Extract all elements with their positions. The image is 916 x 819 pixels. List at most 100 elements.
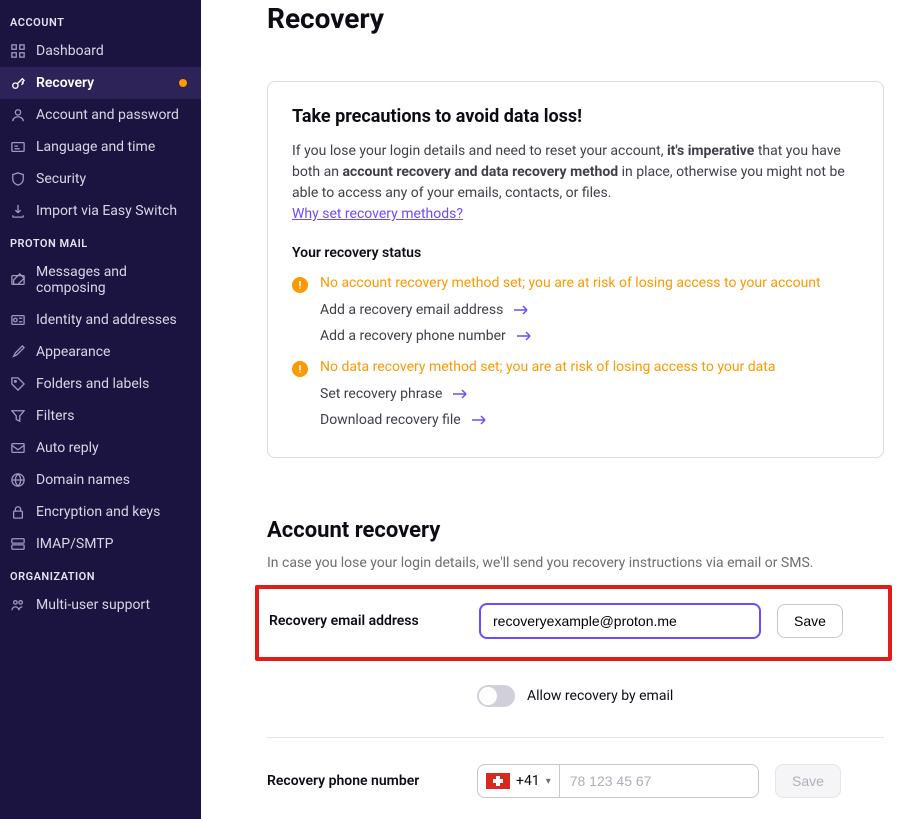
action-link-label: Download recovery file [320, 412, 461, 428]
sidebar-item-label: Appearance [36, 344, 110, 360]
main-content: Recovery Take precautions to avoid data … [201, 0, 916, 819]
country-code-select[interactable]: +41 ▾ [478, 765, 560, 797]
highlighted-email-row: Recovery email address Save [255, 585, 892, 661]
sidebar-section-mail: PROTON MAIL [0, 227, 201, 256]
status-warning-data: ! No data recovery method set; you are a… [292, 355, 859, 381]
sidebar-item-label: Account and password [36, 107, 179, 123]
sidebar-item-label: Import via Easy Switch [36, 203, 177, 219]
action-link-label: Set recovery phrase [320, 386, 442, 402]
recovery-status-heading: Your recovery status [292, 245, 859, 261]
sidebar: ACCOUNT Dashboard Recovery Account and p… [0, 0, 201, 819]
users-icon [10, 597, 26, 613]
import-icon [10, 203, 26, 219]
account-recovery-sub: In case you lose your login details, we'… [267, 555, 884, 571]
add-recovery-phone-link[interactable]: Add a recovery phone number [320, 323, 859, 349]
sidebar-item-label: Language and time [36, 139, 155, 155]
allow-email-label: Allow recovery by email [527, 688, 673, 704]
sidebar-item-filters[interactable]: Filters [0, 400, 201, 432]
globe-icon [10, 472, 26, 488]
grid-icon [10, 43, 26, 59]
arrow-right-icon [516, 330, 532, 342]
sidebar-item-label: Folders and labels [36, 376, 149, 392]
status-warning-account: ! No account recovery method set; you ar… [292, 271, 859, 297]
lock-icon [10, 504, 26, 520]
status-warning-text: No account recovery method set; you are … [320, 275, 821, 291]
sidebar-item-folders[interactable]: Folders and labels [0, 368, 201, 400]
phone-input-group: +41 ▾ [477, 764, 759, 798]
sidebar-item-label: Messages and composing [36, 264, 191, 296]
add-recovery-email-link[interactable]: Add a recovery email address [320, 297, 859, 323]
country-code-label: +41 [516, 773, 540, 789]
sidebar-item-recovery[interactable]: Recovery [0, 67, 201, 99]
why-recovery-link[interactable]: Why set recovery methods? [292, 206, 463, 222]
sidebar-item-label: Filters [36, 408, 75, 424]
recovery-status-card: Take precautions to avoid data loss! If … [267, 81, 884, 458]
tag-icon [10, 376, 26, 392]
allow-email-toggle[interactable] [477, 685, 515, 707]
sidebar-item-label: IMAP/SMTP [36, 536, 113, 552]
sidebar-item-multiuser[interactable]: Multi-user support [0, 589, 201, 621]
chevron-down-icon: ▾ [546, 776, 551, 787]
user-icon [10, 107, 26, 123]
sidebar-item-messages[interactable]: Messages and composing [0, 256, 201, 304]
sidebar-section-account: ACCOUNT [0, 6, 201, 35]
card-text-bold: it's imperative [667, 143, 754, 159]
reply-icon [10, 440, 26, 456]
sidebar-item-label: Dashboard [36, 43, 104, 59]
recovery-phone-label: Recovery phone number [267, 773, 477, 789]
sidebar-item-label: Identity and addresses [36, 312, 177, 328]
status-warning-text: No data recovery method set; you are at … [320, 359, 775, 375]
card-title: Take precautions to avoid data loss! [292, 106, 859, 127]
sidebar-section-org: ORGANIZATION [0, 560, 201, 589]
sidebar-item-imap[interactable]: IMAP/SMTP [0, 528, 201, 560]
sidebar-item-import[interactable]: Import via Easy Switch [0, 195, 201, 227]
page-title: Recovery [267, 0, 884, 35]
sidebar-item-autoreply[interactable]: Auto reply [0, 432, 201, 464]
account-recovery-heading: Account recovery [267, 518, 884, 543]
divider [267, 737, 884, 738]
action-link-label: Add a recovery email address [320, 302, 503, 318]
sidebar-item-label: Multi-user support [36, 597, 150, 613]
recovery-phone-input[interactable] [560, 765, 759, 797]
sidebar-item-account-password[interactable]: Account and password [0, 99, 201, 131]
card-text: If you lose your login details and need … [292, 143, 667, 159]
sidebar-item-encryption[interactable]: Encryption and keys [0, 496, 201, 528]
set-recovery-phrase-link[interactable]: Set recovery phrase [320, 381, 859, 407]
allow-email-toggle-row: Allow recovery by email [477, 685, 884, 707]
server-icon [10, 536, 26, 552]
sidebar-item-dashboard[interactable]: Dashboard [0, 35, 201, 67]
card-body: If you lose your login details and need … [292, 141, 859, 225]
recovery-email-label: Recovery email address [269, 613, 479, 629]
language-icon [10, 139, 26, 155]
arrow-right-icon [452, 388, 468, 400]
sidebar-item-label: Security [36, 171, 86, 187]
sidebar-item-language-time[interactable]: Language and time [0, 131, 201, 163]
alert-dot-icon [179, 79, 187, 87]
sidebar-item-label: Encryption and keys [36, 504, 160, 520]
action-link-label: Add a recovery phone number [320, 328, 506, 344]
arrow-right-icon [513, 304, 529, 316]
id-card-icon [10, 312, 26, 328]
warning-icon: ! [292, 361, 308, 377]
save-email-button[interactable]: Save [777, 604, 843, 638]
arrow-right-icon [471, 414, 487, 426]
sidebar-item-label: Auto reply [36, 440, 99, 456]
shield-icon [10, 171, 26, 187]
sidebar-item-security[interactable]: Security [0, 163, 201, 195]
sidebar-item-domain[interactable]: Domain names [0, 464, 201, 496]
key-icon [10, 75, 26, 91]
recovery-email-input[interactable] [479, 603, 761, 639]
compose-icon [10, 272, 26, 288]
flag-ch-icon [486, 773, 510, 789]
brush-icon [10, 344, 26, 360]
sidebar-item-label: Domain names [36, 472, 130, 488]
warning-icon: ! [292, 277, 308, 293]
download-recovery-file-link[interactable]: Download recovery file [320, 407, 859, 433]
funnel-icon [10, 408, 26, 424]
save-phone-button[interactable]: Save [775, 764, 841, 798]
card-text-bold: account recovery and data recovery metho… [342, 164, 618, 180]
sidebar-item-appearance[interactable]: Appearance [0, 336, 201, 368]
sidebar-item-label: Recovery [36, 75, 94, 91]
recovery-phone-row: Recovery phone number +41 ▾ Save [267, 764, 884, 798]
sidebar-item-identity[interactable]: Identity and addresses [0, 304, 201, 336]
